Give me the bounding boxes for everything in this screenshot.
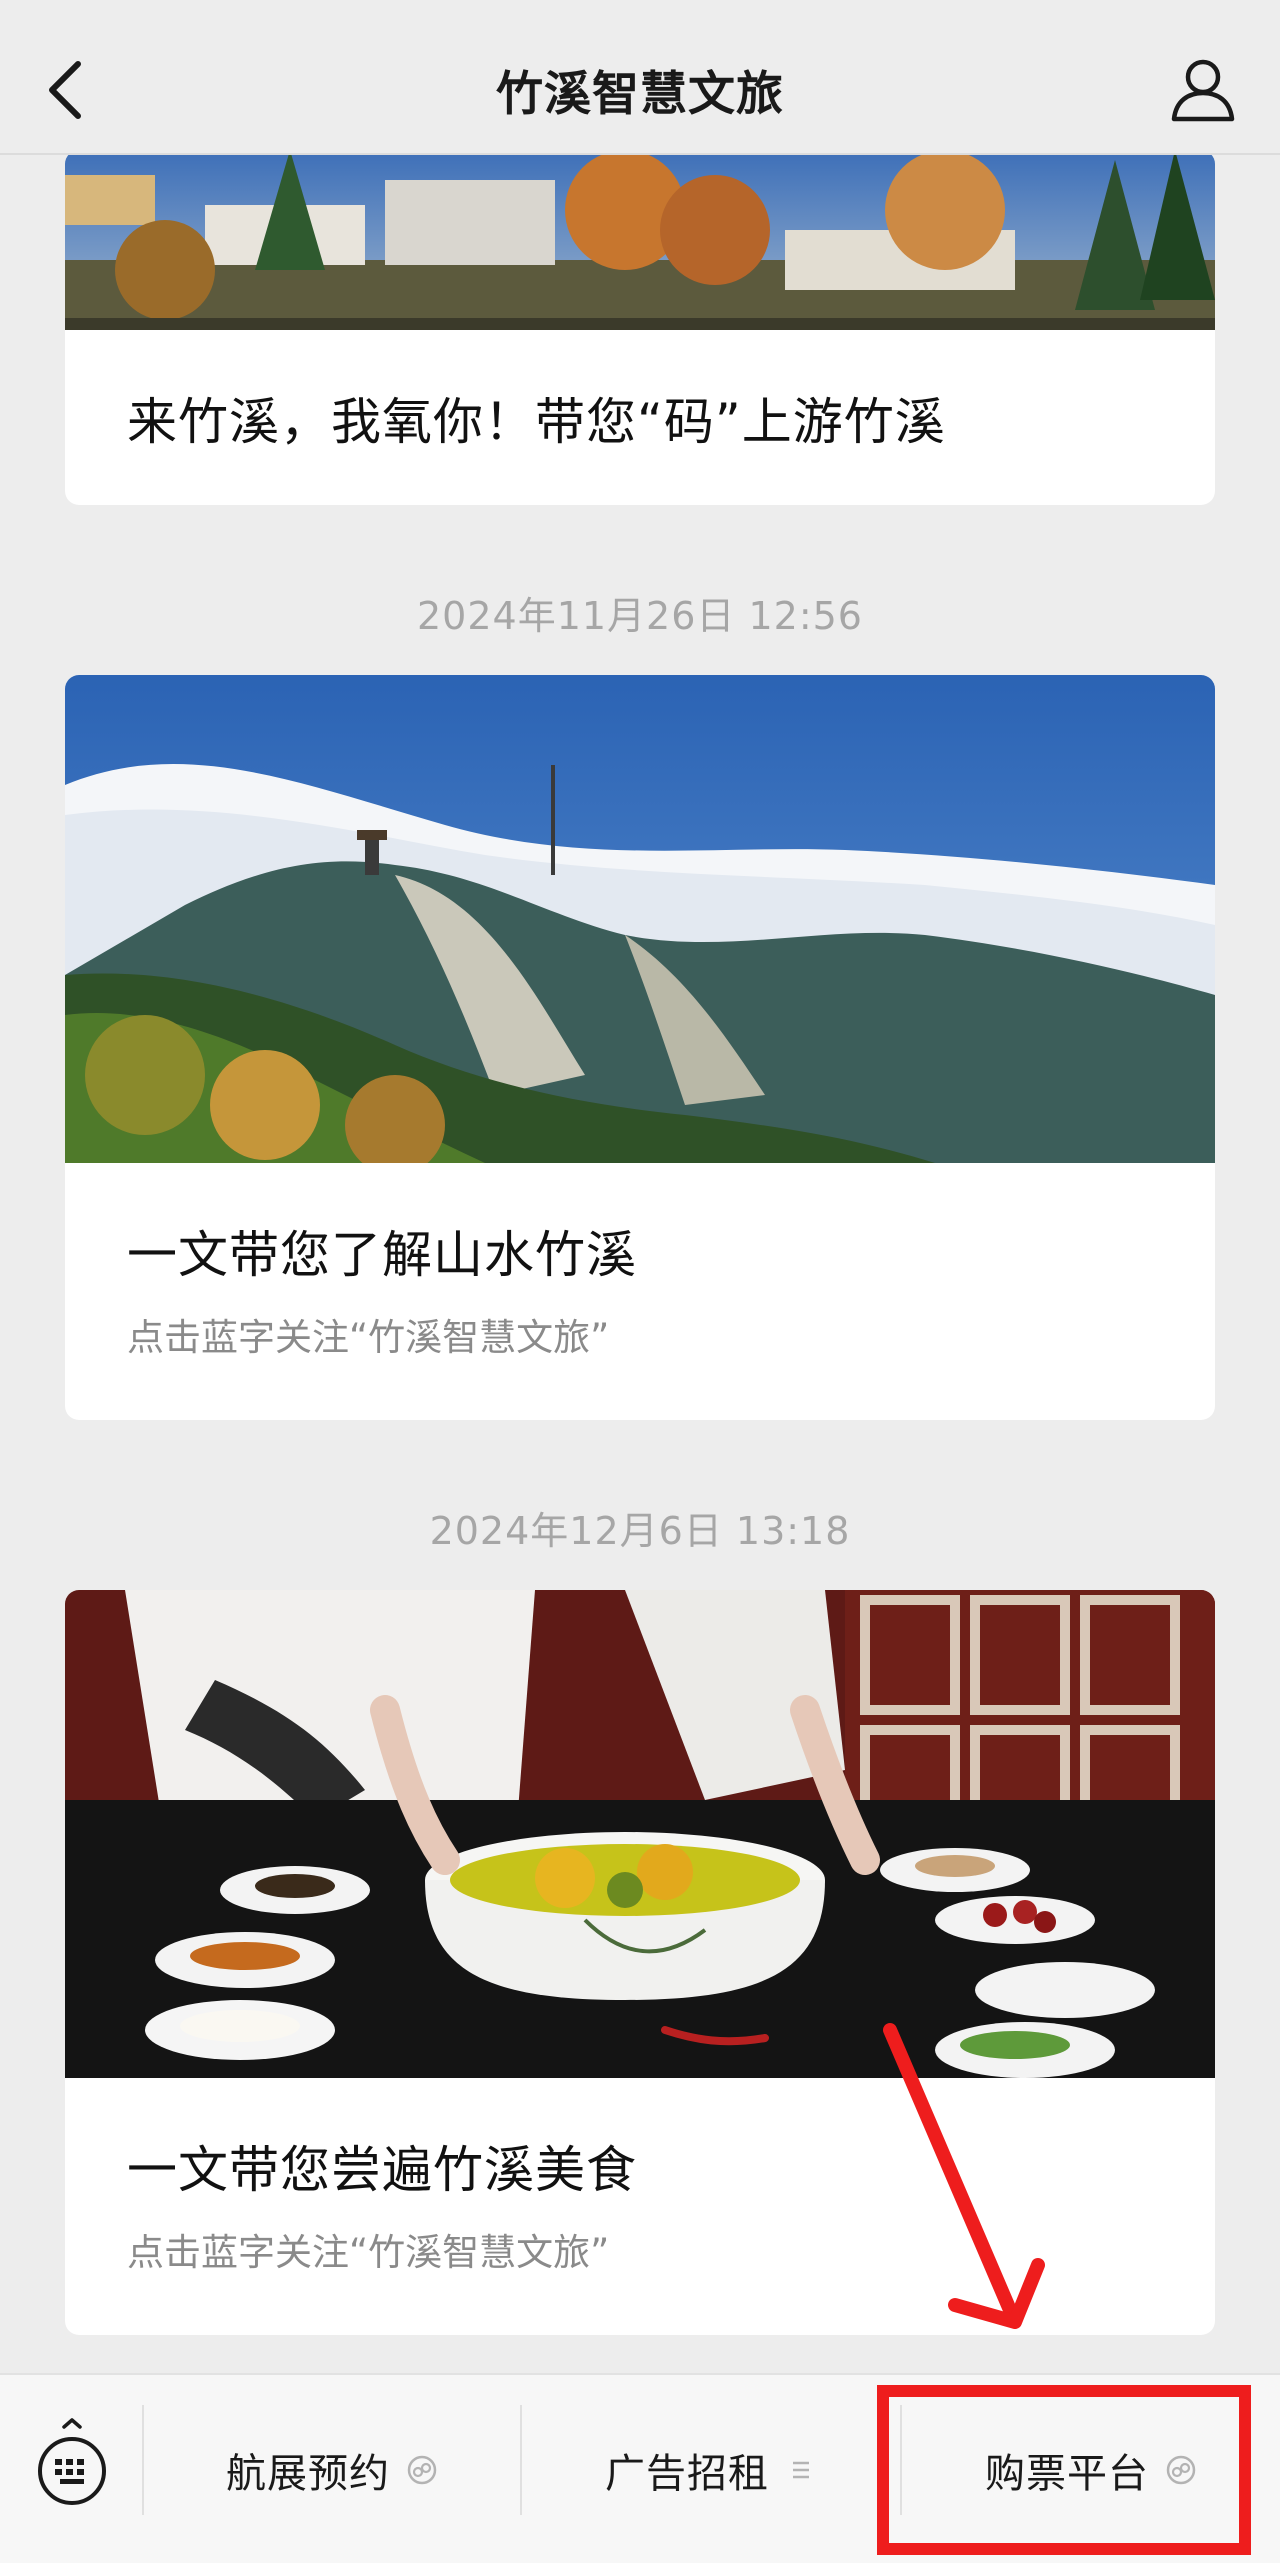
- menu-item-ad-rental[interactable]: 广告招租: [522, 2375, 900, 2563]
- article-card-2[interactable]: 一文带您了解山水竹溪 点击蓝字关注“竹溪智慧文旅”: [65, 675, 1215, 1420]
- article-title: 来竹溪，我氧你！带您“码”上游竹溪: [127, 393, 946, 451]
- bottom-menu-bar: 航展预约 广告招租 购票平台: [0, 2373, 1280, 2563]
- article-title: 一文带您尝遍竹溪美食: [127, 2141, 637, 2199]
- article-cover-image-local-food: [65, 1590, 1215, 2078]
- keyboard-icon: [38, 2418, 106, 2505]
- wechat-official-account-page: 竹溪智慧文旅 来竹溪，我氧你！带您“码”上游竹溪 2024年11月26日 12:…: [0, 0, 1280, 2563]
- article-card-1[interactable]: 来竹溪，我氧你！带您“码”上游竹溪: [65, 150, 1215, 505]
- annotation-arrow: [883, 2023, 1045, 2329]
- menu-item-ticket-platform[interactable]: 购票平台: [902, 2375, 1280, 2563]
- top-nav-bar: 竹溪智慧文旅: [0, 0, 1280, 155]
- article-cover-image-mountain-clouds: [65, 675, 1215, 1163]
- menu-item-label: 购票平台: [985, 2451, 1149, 2497]
- menu-item-label: 广告招租: [605, 2451, 769, 2497]
- person-icon: [1171, 59, 1235, 122]
- menu-item-exhibition-booking[interactable]: 航展预约: [144, 2375, 520, 2563]
- submenu-lines-icon: [793, 2461, 809, 2479]
- article-cover-image-village: [65, 150, 1215, 330]
- menu-item-label: 航展预约: [226, 2451, 390, 2497]
- article-subtitle: 点击蓝字关注“竹溪智慧文旅”: [127, 1316, 610, 1359]
- article-timestamp: 2024年12月6日 13:18: [429, 1509, 851, 1553]
- article-title: 一文带您了解山水竹溪: [127, 1226, 637, 1284]
- article-subtitle: 点击蓝字关注“竹溪智慧文旅”: [127, 2231, 610, 2274]
- page-title: 竹溪智慧文旅: [496, 67, 784, 122]
- keyboard-toggle-button[interactable]: [33, 2417, 111, 2507]
- profile-button[interactable]: [1168, 55, 1238, 125]
- mini-program-icon: [1166, 2455, 1196, 2485]
- article-timestamp: 2024年11月26日 12:56: [416, 594, 863, 638]
- mini-program-icon: [407, 2455, 437, 2485]
